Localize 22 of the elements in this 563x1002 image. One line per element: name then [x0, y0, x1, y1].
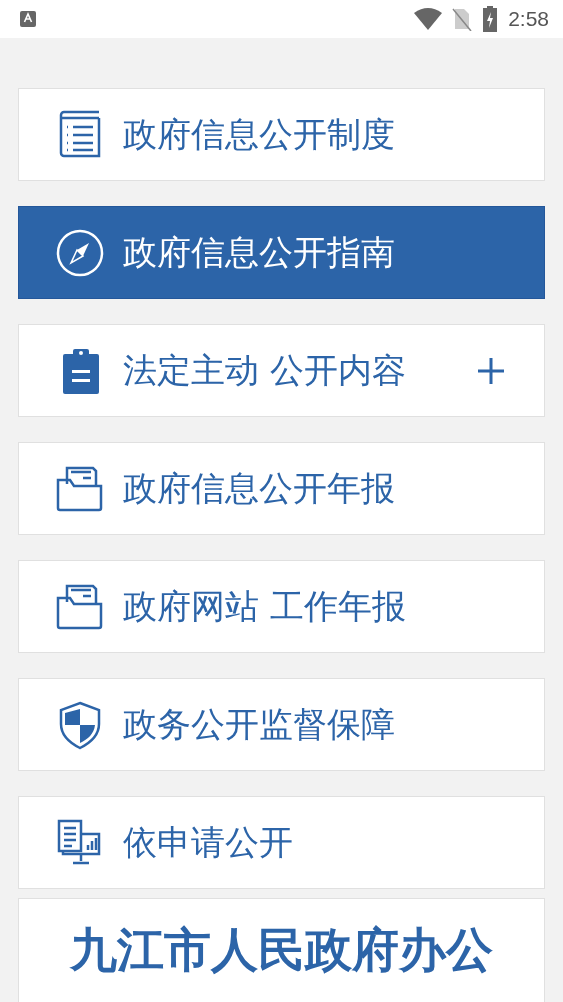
- menu-label: 政府信息公开指南: [123, 230, 396, 274]
- keyboard-app-icon: [20, 11, 36, 27]
- menu-label: 依申请公开: [123, 820, 294, 864]
- menu-item[interactable]: 政府信息公开年报: [18, 442, 545, 535]
- plus-icon[interactable]: [476, 355, 506, 386]
- compass-icon: [55, 227, 105, 278]
- no-sim-icon: [452, 7, 473, 31]
- clock-time: 2:58: [508, 7, 549, 31]
- menu-label: 政府信息公开制度: [123, 112, 396, 156]
- menu-item[interactable]: 政府网站 工作年报: [18, 560, 545, 653]
- menu-item[interactable]: 政府信息公开指南: [18, 206, 545, 299]
- menu-label: 政府信息公开年报: [123, 466, 396, 510]
- menu-item[interactable]: 政府信息公开制度: [18, 88, 545, 181]
- charging-battery-icon: [482, 6, 499, 32]
- menu-label: 政府网站 工作年报: [123, 584, 407, 628]
- menu-item[interactable]: 依申请公开: [18, 796, 545, 889]
- menu-label: 法定主动 公开内容: [123, 348, 407, 392]
- menu-item[interactable]: 政务公开监督保障: [18, 678, 545, 771]
- wifi-icon: [414, 8, 443, 30]
- menu-label: 政务公开监督保障: [123, 702, 396, 746]
- office-title: 九江市人民政府办公: [70, 921, 493, 979]
- menu-item[interactable]: 法定主动 公开内容: [18, 324, 545, 417]
